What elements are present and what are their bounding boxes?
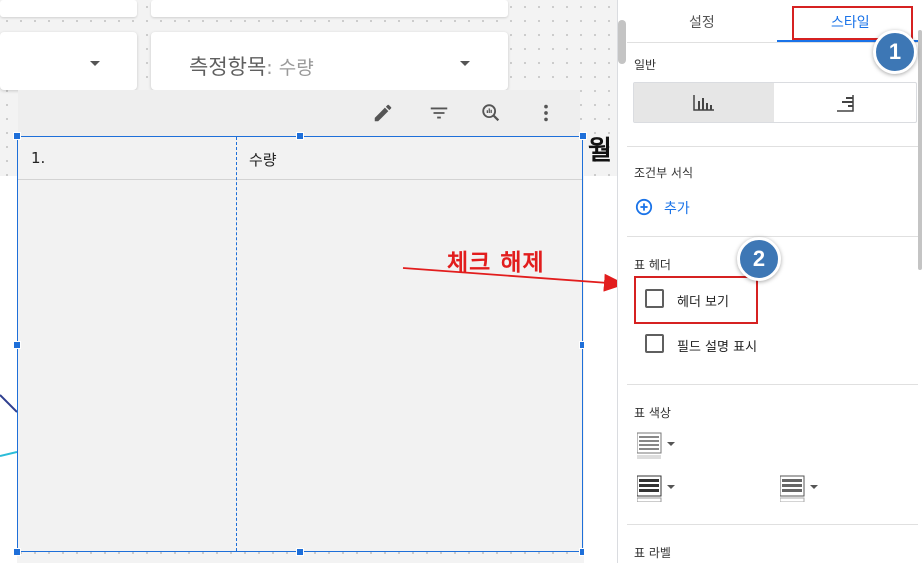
add-circle-icon	[635, 198, 653, 216]
app-root: 측정항목: 수량 1. 수량 월 체크 해제 설정 스타일 일반 조건부 서식 …	[0, 0, 922, 563]
section-general: 일반	[634, 58, 657, 72]
table-color-icon	[636, 475, 675, 503]
divider	[627, 524, 918, 525]
divider	[627, 384, 918, 385]
horizontal-bars-icon	[836, 94, 854, 112]
section-table-labels: 표 라벨	[634, 546, 671, 560]
tab-setup[interactable]: 설정	[689, 12, 715, 32]
section-table-header: 표 헤더	[634, 258, 671, 272]
show-field-description-label: 필드 설명 표시	[677, 340, 758, 355]
header-color-picker[interactable]	[636, 431, 681, 463]
chart-orientation-toggle	[633, 82, 917, 123]
highlight-box-show-header	[634, 276, 758, 324]
section-table-colors: 표 색상	[634, 406, 671, 420]
section-conditional-formatting: 조건부 서식	[634, 166, 694, 180]
horizontal-bars-button[interactable]	[775, 83, 916, 122]
row-color-picker[interactable]	[636, 474, 681, 506]
panel-scrollbar[interactable]	[918, 30, 922, 270]
add-label: 추가	[664, 201, 690, 217]
step-badge-2: 2	[737, 237, 781, 281]
show-field-description-checkbox[interactable]	[645, 334, 664, 353]
table-color-icon	[779, 475, 818, 503]
vertical-bars-button[interactable]	[634, 83, 774, 122]
vertical-bars-icon	[693, 94, 714, 111]
odd-row-color-picker[interactable]	[779, 474, 824, 506]
divider	[627, 146, 918, 147]
canvas-scrollbar[interactable]	[618, 20, 626, 64]
table-color-icon	[636, 432, 675, 459]
step-badge-1: 1	[873, 30, 917, 74]
divider	[627, 236, 918, 237]
